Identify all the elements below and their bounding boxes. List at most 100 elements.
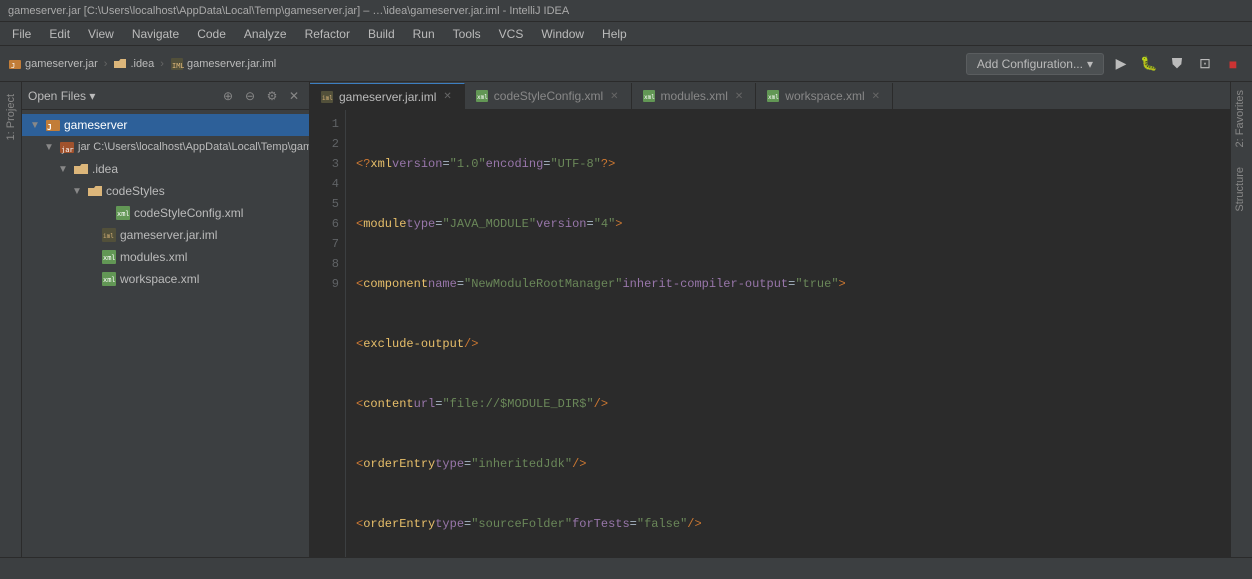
breadcrumb-sep-2: › <box>160 58 164 70</box>
add-configuration-button[interactable]: Add Configuration... ▾ <box>966 53 1104 75</box>
tab-close-modules[interactable]: ✕ <box>733 91 745 102</box>
add-config-label: Add Configuration... <box>977 57 1083 71</box>
tab-label-workspace: workspace.xml <box>785 89 864 103</box>
menu-item-build[interactable]: Build <box>360 25 403 43</box>
titlebar: gameserver.jar [C:\Users\localhost\AppDa… <box>0 0 1252 22</box>
code-editor[interactable]: 1 2 3 4 5 6 7 8 9 <?xml version="1.0" en… <box>310 110 1230 579</box>
svg-text:jar: jar <box>61 146 74 154</box>
tab-close-gameserver-iml[interactable]: ✕ <box>441 91 453 102</box>
tab-icon-workspace: xml <box>766 89 780 103</box>
menubar: FileEditViewNavigateCodeAnalyzeRefactorB… <box>0 22 1252 46</box>
menu-item-file[interactable]: File <box>4 25 39 43</box>
menu-item-run[interactable]: Run <box>405 25 443 43</box>
tree-item-gameserver[interactable]: ▼ J gameserver <box>22 114 309 136</box>
project-toolbar-close[interactable]: ✕ <box>285 87 303 105</box>
menu-item-tools[interactable]: Tools <box>445 25 489 43</box>
code-line-4: <exclude-output /> <box>356 334 1230 354</box>
run-button[interactable]: ▶ <box>1110 53 1132 75</box>
svg-text:iml: iml <box>103 233 114 240</box>
code-line-6: <orderEntry type="inheritedJdk" /> <box>356 454 1230 474</box>
editor-area: iml gameserver.jar.iml ✕ xml codeStyleCo… <box>310 82 1230 579</box>
tab-label-modules: modules.xml <box>661 89 728 103</box>
code-line-5: <content url="file://$MODULE_DIR$" /> <box>356 394 1230 414</box>
tab-icon-iml: iml <box>320 90 334 104</box>
tree-label-modules: modules.xml <box>120 250 187 264</box>
menu-item-view[interactable]: View <box>80 25 122 43</box>
iml-tree-icon: iml <box>101 227 117 243</box>
project-panel-title[interactable]: Open Files ▾ <box>28 89 215 103</box>
tree-item-modules[interactable]: xml modules.xml <box>22 246 309 268</box>
file-tree: ▼ J gameserver ▼ jar jar C:\Users\localh… <box>22 110 309 579</box>
menu-item-refactor[interactable]: Refactor <box>297 25 358 43</box>
tab-modules[interactable]: xml modules.xml ✕ <box>632 83 757 109</box>
toolbar: J gameserver.jar › .idea › IML gameserve… <box>0 46 1252 82</box>
jar-icon: J <box>8 57 22 71</box>
code-content[interactable]: <?xml version="1.0" encoding="UTF-8"?> <… <box>346 110 1230 579</box>
svg-text:xml: xml <box>644 94 655 101</box>
favorites-tab[interactable]: 2: Favorites <box>1231 82 1252 155</box>
project-toolbar-locate[interactable]: ⊕ <box>219 87 237 105</box>
structure-tab[interactable]: Structure <box>1231 159 1252 220</box>
svg-text:xml: xml <box>768 94 779 101</box>
menu-item-analyze[interactable]: Analyze <box>236 25 295 43</box>
breadcrumb-idea[interactable]: .idea <box>113 57 154 71</box>
breadcrumb-sep-1: › <box>104 58 108 70</box>
tree-arrow: ▼ <box>72 186 84 197</box>
tree-item-codestyles[interactable]: ▼ codeStyles <box>22 180 309 202</box>
breadcrumb-iml[interactable]: IML gameserver.jar.iml <box>170 57 276 71</box>
project-panel: Open Files ▾ ⊕ ⊖ ⚙ ✕ ▼ J gameserver ▼ ja… <box>22 82 310 579</box>
tab-label-codestyleconfig: codeStyleConfig.xml <box>494 89 603 103</box>
tree-item-iml[interactable]: iml gameserver.jar.iml <box>22 224 309 246</box>
main-layout: 1: Project Open Files ▾ ⊕ ⊖ ⚙ ✕ ▼ J game… <box>0 82 1252 579</box>
svg-text:xml: xml <box>117 210 130 218</box>
iml-file-icon: IML <box>170 57 184 71</box>
coverage-button[interactable]: ⛊ <box>1166 53 1188 75</box>
menu-item-navigate[interactable]: Navigate <box>124 25 187 43</box>
svg-text:xml: xml <box>103 276 116 284</box>
menu-item-window[interactable]: Window <box>533 25 592 43</box>
tree-item-idea[interactable]: ▼ .idea <box>22 158 309 180</box>
tab-label-gameserver-iml: gameserver.jar.iml <box>339 90 436 104</box>
svg-text:xml: xml <box>477 94 488 101</box>
svg-text:IML: IML <box>172 62 184 70</box>
tree-label-workspace: workspace.xml <box>120 272 199 286</box>
menu-item-help[interactable]: Help <box>594 25 635 43</box>
tree-arrow: ▼ <box>30 120 42 131</box>
xml-file-icon-modules: xml <box>101 249 117 265</box>
project-toolbar-settings[interactable]: ⚙ <box>263 87 281 105</box>
folder-codestyles-icon <box>87 183 103 199</box>
menu-item-vcs[interactable]: VCS <box>491 25 532 43</box>
tree-item-codestyleconfig[interactable]: xml codeStyleConfig.xml <box>22 202 309 224</box>
tab-codestyleconfig[interactable]: xml codeStyleConfig.xml ✕ <box>465 83 632 109</box>
tab-gameserver-iml[interactable]: iml gameserver.jar.iml ✕ <box>310 83 465 109</box>
tab-close-workspace[interactable]: ✕ <box>870 91 882 102</box>
tree-item-jar[interactable]: ▼ jar jar C:\Users\localhost\AppData\Loc… <box>22 136 309 158</box>
debug-button[interactable]: 🐛 <box>1138 53 1160 75</box>
project-toolbar-collapse[interactable]: ⊖ <box>241 87 259 105</box>
stop-button[interactable]: ■ <box>1222 53 1244 75</box>
left-sidebar: 1: Project <box>0 82 22 579</box>
breadcrumb-gameserver-jar[interactable]: J gameserver.jar <box>8 57 98 71</box>
tab-workspace[interactable]: xml workspace.xml ✕ <box>756 83 893 109</box>
project-tab[interactable]: 1: Project <box>2 86 20 148</box>
line-numbers: 1 2 3 4 5 6 7 8 9 <box>310 110 346 579</box>
tree-label-codestyleconfig: codeStyleConfig.xml <box>134 206 243 220</box>
tab-close-codestyle[interactable]: ✕ <box>608 91 620 102</box>
tree-item-workspace[interactable]: xml workspace.xml <box>22 268 309 290</box>
profile-button[interactable]: ⊡ <box>1194 53 1216 75</box>
tree-label-iml: gameserver.jar.iml <box>120 228 217 242</box>
code-line-1: <?xml version="1.0" encoding="UTF-8"?> <box>356 154 1230 174</box>
menu-item-edit[interactable]: Edit <box>41 25 78 43</box>
tree-label-codestyles: codeStyles <box>106 184 165 198</box>
tab-icon-modules: xml <box>642 89 656 103</box>
tree-label-idea: .idea <box>92 162 118 176</box>
project-panel-toolbar: Open Files ▾ ⊕ ⊖ ⚙ ✕ <box>22 82 309 110</box>
tree-arrow: ▼ <box>44 142 56 153</box>
module-icon: J <box>45 117 61 133</box>
menu-item-code[interactable]: Code <box>189 25 234 43</box>
code-line-3: <component name="NewModuleRootManager" i… <box>356 274 1230 294</box>
code-line-2: <module type="JAVA_MODULE" version="4"> <box>356 214 1230 234</box>
xml-file-icon-workspace: xml <box>101 271 117 287</box>
jar-tree-icon: jar <box>59 139 75 155</box>
app-title: gameserver.jar [C:\Users\localhost\AppDa… <box>8 5 569 17</box>
